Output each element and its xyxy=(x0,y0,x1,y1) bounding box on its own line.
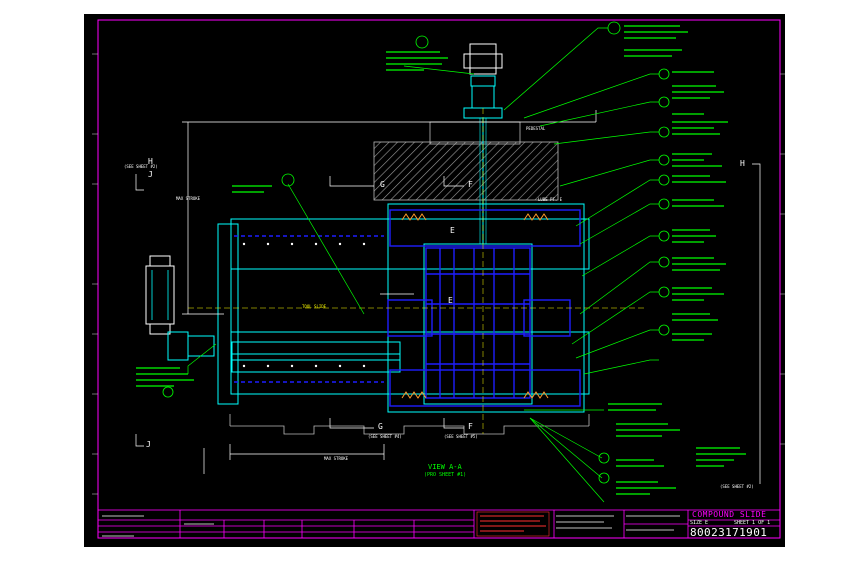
pedestal-label: PEDESTAL xyxy=(526,126,546,131)
spring-bottom-left xyxy=(401,391,427,399)
drawing-sheet: COMPOUND SLIDE SIZE E SHEET 1 OF 1 80023… xyxy=(84,14,785,547)
pedestal-top xyxy=(429,121,521,145)
section-label-f-top: F xyxy=(468,180,473,189)
section-label-j-left: J xyxy=(148,170,153,179)
section-label-e-upper: E xyxy=(450,226,455,235)
lube-point-label: LUBE PT. E xyxy=(538,197,563,202)
title-block-drawing-number: 80023171901 xyxy=(690,526,768,539)
callout-notes xyxy=(136,25,746,495)
view-label: VIEW A-A xyxy=(428,463,462,471)
dimension-label-left: MAX STROKE xyxy=(176,196,201,201)
see-sheet-left-top: (SEE SHEET #2) xyxy=(124,164,158,169)
section-label-h-right: H xyxy=(740,159,745,168)
see-sheet-bottom-f: (SEE SHEET #5) xyxy=(444,434,478,439)
section-label-g-top: G xyxy=(380,180,385,189)
callout-balloons xyxy=(162,21,670,484)
pedestal-hatch xyxy=(373,141,559,201)
title-notes xyxy=(480,515,546,532)
section-label-e-mid: E xyxy=(448,296,453,305)
see-sheet-bottom-g: (SEE SHEET #4) xyxy=(368,434,402,439)
section-label-g-bottom: G xyxy=(378,422,383,431)
see-sheet-right-bottom: (SEE SHEET #2) xyxy=(720,484,754,489)
dimension-label-bottom: MAX STROKE xyxy=(324,456,349,461)
tool-slide-label: TOOL SLIDE xyxy=(302,304,327,309)
left-cylinder xyxy=(145,255,215,361)
section-label-j-bottom: J xyxy=(146,440,151,449)
section-label-f-bottom: F xyxy=(468,422,473,431)
title-block-title: COMPOUND SLIDE xyxy=(692,510,767,519)
view-sub-label: (PRO SHEET #1) xyxy=(424,472,467,478)
spring-bottom-right xyxy=(523,391,549,399)
